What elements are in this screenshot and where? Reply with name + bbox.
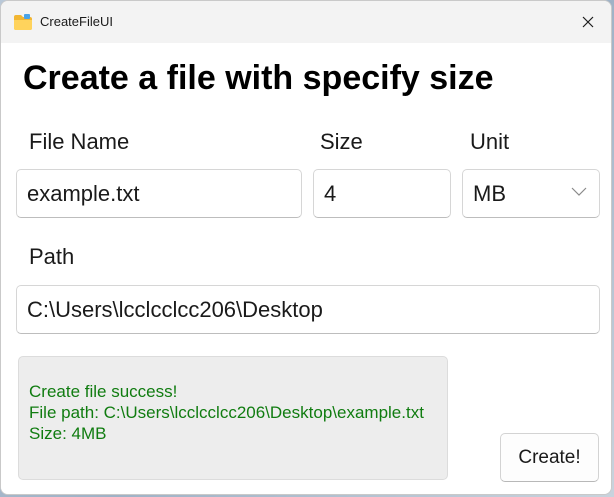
result-status: Create file success!	[29, 382, 178, 401]
path-label: Path	[29, 244, 75, 269]
page-title: Create a file with specify size	[23, 59, 494, 97]
close-icon	[582, 16, 594, 28]
unit-label: Unit	[470, 129, 510, 154]
folder-icon	[14, 14, 32, 30]
unit-select[interactable]: MB	[462, 169, 600, 218]
window-title: CreateFileUI	[40, 14, 113, 29]
result-file-path: File path: C:\Users\lcclcclcc206\Desktop…	[29, 403, 424, 422]
path-value: C:\Users\lcclcclcc206\Desktop	[27, 296, 323, 322]
path-input[interactable]: C:\Users\lcclcclcc206\Desktop	[16, 285, 600, 334]
unit-value: MB	[473, 180, 506, 206]
app-window: CreateFileUI Create a file with specify …	[0, 0, 612, 495]
create-button[interactable]: Create!	[500, 433, 599, 482]
size-input[interactable]: 4	[313, 169, 451, 218]
size-value: 4	[324, 180, 337, 206]
size-label: Size	[320, 129, 363, 154]
chevron-down-icon	[571, 187, 587, 196]
file-name-input[interactable]: example.txt	[16, 169, 302, 218]
close-button[interactable]	[565, 1, 611, 43]
result-size: Size: 4MB	[29, 424, 107, 443]
form-content: Create a file with specify size File Nam…	[1, 43, 611, 494]
title-bar[interactable]: CreateFileUI	[1, 1, 611, 43]
result-panel: Create file success! File path: C:\Users…	[18, 356, 448, 480]
file-name-value: example.txt	[27, 180, 140, 206]
file-name-label: File Name	[29, 129, 130, 154]
